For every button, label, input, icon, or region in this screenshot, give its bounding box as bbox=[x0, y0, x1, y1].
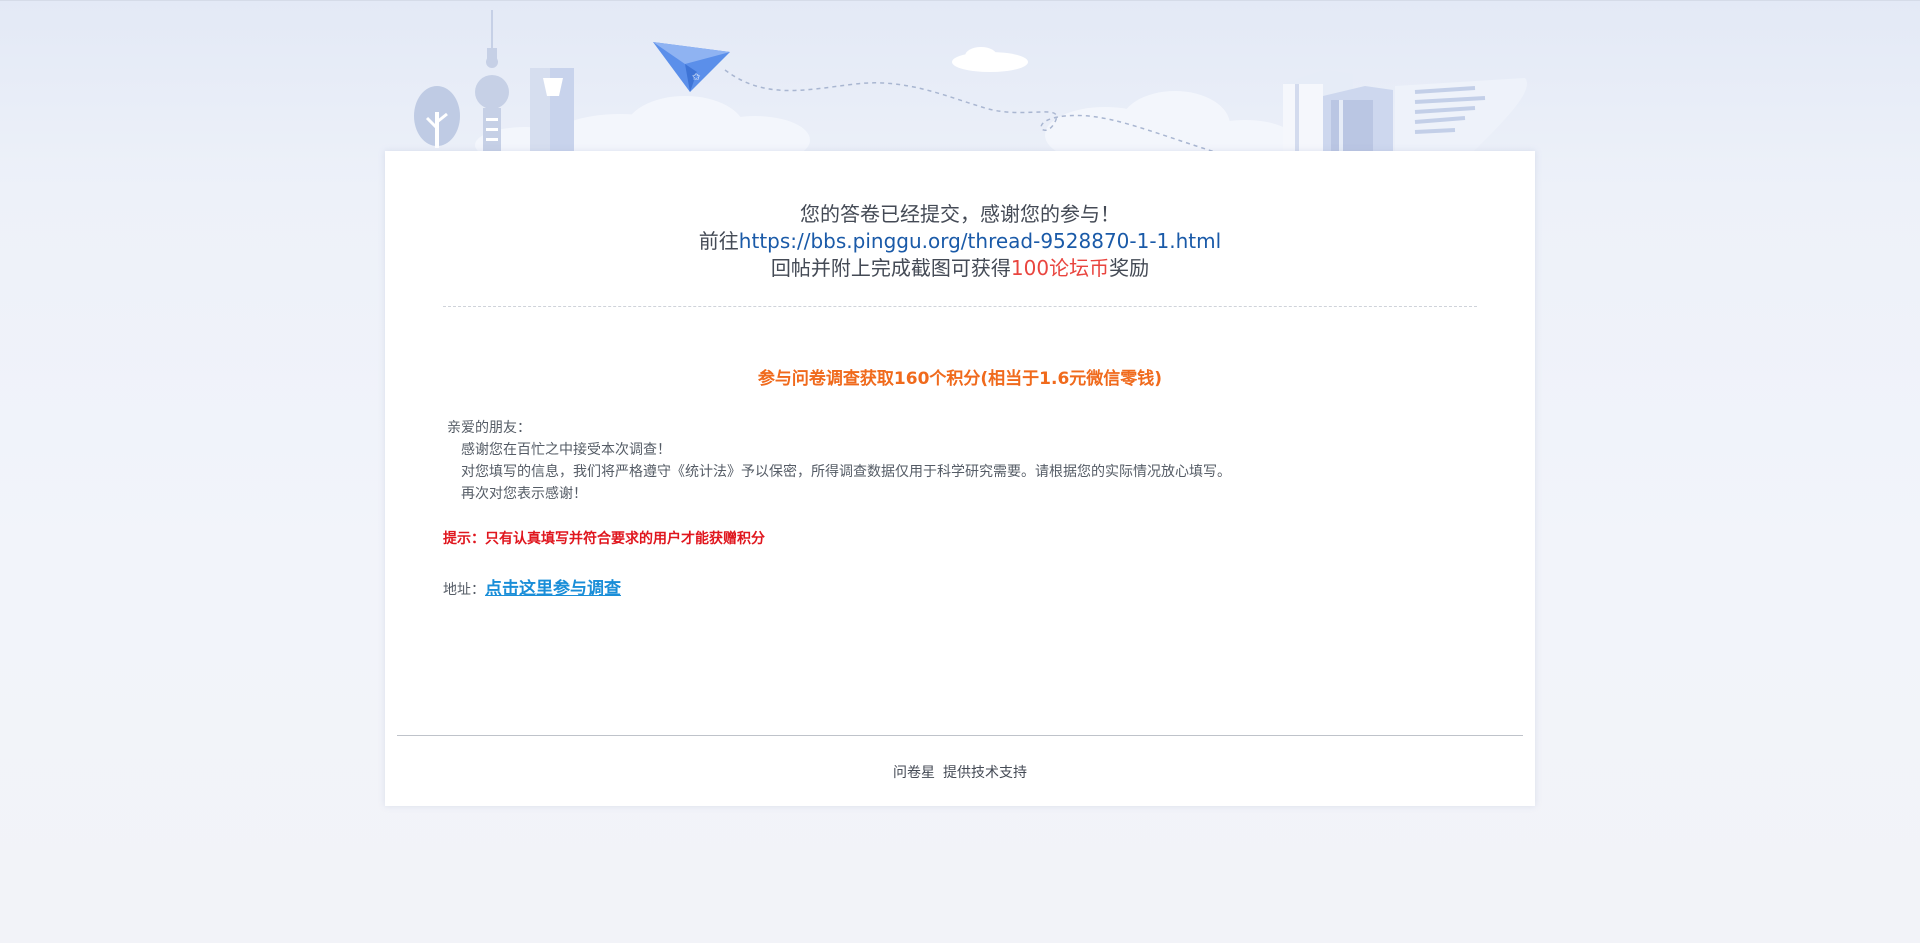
reward-suffix: 奖励 bbox=[1109, 256, 1150, 280]
document-icon bbox=[1395, 78, 1527, 152]
footer-brand[interactable]: 问卷星 bbox=[893, 765, 935, 781]
survey-link[interactable]: 点击这里参与调查 bbox=[485, 579, 621, 599]
footer: 问卷星 提供技术支持 bbox=[385, 762, 1535, 782]
completion-message: 您的答卷已经提交，感谢您的参与！ 前往https://bbs.pinggu.or… bbox=[385, 201, 1535, 282]
goto-prefix: 前往 bbox=[698, 229, 739, 253]
reward-amount: 100论坛币 bbox=[1010, 256, 1110, 280]
result-card: 您的答卷已经提交，感谢您的参与！ 前往https://bbs.pinggu.or… bbox=[385, 151, 1535, 806]
footer-support: 提供技术支持 bbox=[943, 765, 1027, 781]
tree-icon bbox=[414, 86, 460, 148]
greeting: 亲爱的朋友： bbox=[447, 420, 531, 436]
description-para-2: 对您填写的信息，我们将严格遵守《统计法》予以保密，所得调查数据仅用于科学研究需要… bbox=[461, 464, 1231, 480]
description-para-3: 再次对您表示感谢！ bbox=[461, 486, 587, 502]
survey-title: 参与问卷调查获取160个积分(相当于1.6元微信零钱) bbox=[757, 369, 1163, 389]
completion-line-3: 回帖并附上完成截图可获得100论坛币奖励 bbox=[385, 255, 1535, 282]
books-icon bbox=[1283, 70, 1393, 152]
thread-link[interactable]: https://bbs.pinggu.org/thread-9528870-1-… bbox=[739, 229, 1221, 253]
address-label: 地址： bbox=[443, 582, 485, 598]
footer-divider bbox=[397, 735, 1523, 736]
description-para-1: 感谢您在百忙之中接受本次调查！ bbox=[461, 442, 671, 458]
survey-description: 亲爱的朋友： 感谢您在百忙之中接受本次调查！ 对您填写的信息，我们将严格遵守《统… bbox=[447, 417, 1477, 505]
address-row: 地址：点击这里参与调查 bbox=[443, 574, 621, 599]
building-icon bbox=[530, 68, 574, 152]
completion-line-1: 您的答卷已经提交，感谢您的参与！ bbox=[800, 202, 1120, 226]
svg-text:✩: ✩ bbox=[692, 72, 701, 83]
paper-plane-icon: ✩ bbox=[653, 42, 730, 92]
dotted-divider bbox=[443, 306, 1477, 307]
tip-text: 提示：只有认真填写并符合要求的用户才能获赠积分 bbox=[443, 531, 765, 547]
completion-line-2: 前往https://bbs.pinggu.org/thread-9528870-… bbox=[385, 228, 1535, 255]
header-illustration: ✩ bbox=[414, 10, 1527, 152]
reward-prefix: 回帖并附上完成截图可获得 bbox=[770, 256, 1011, 280]
